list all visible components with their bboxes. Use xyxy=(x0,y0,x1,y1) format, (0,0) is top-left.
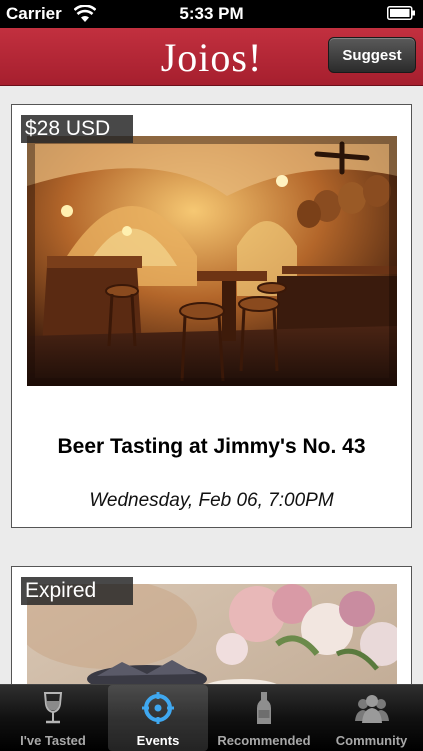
bottle-icon xyxy=(257,692,271,724)
tab-label: Recommended xyxy=(217,733,311,748)
tab-ive-tasted[interactable]: I've Tasted xyxy=(0,685,106,751)
event-card[interactable]: $28 USD Beer Tasting at Jimmy's No. 43 W… xyxy=(11,104,412,528)
people-icon xyxy=(354,695,389,723)
suggest-button[interactable]: Suggest xyxy=(328,37,416,73)
event-date: Wednesday, Feb 06, 7:00PM xyxy=(89,490,334,511)
tab-label: I've Tasted xyxy=(20,733,86,748)
tab-community[interactable]: Community xyxy=(320,685,423,751)
wine-glass-icon xyxy=(43,692,63,724)
status-bar: Carrier 5:33 PM xyxy=(0,0,423,28)
tab-label: Events xyxy=(136,733,180,748)
event-card[interactable]: Expired xyxy=(11,566,412,684)
crosshair-icon xyxy=(142,692,174,724)
event-title: Beer Tasting at Jimmy's No. 43 xyxy=(57,435,366,458)
tab-recommended[interactable]: Recommended xyxy=(210,685,318,751)
status-badge: Expired xyxy=(21,577,133,605)
nav-bar: Joios! Suggest xyxy=(0,28,423,86)
event-list[interactable]: $28 USD Beer Tasting at Jimmy's No. 43 W… xyxy=(0,86,423,684)
tab-label: Community xyxy=(335,733,408,748)
battery-icon xyxy=(387,6,415,20)
tab-events[interactable]: Events xyxy=(108,685,208,751)
price-badge: $28 USD xyxy=(21,115,133,143)
event-photo xyxy=(27,136,397,386)
clock: 5:33 PM xyxy=(179,4,244,23)
tab-bar: I've Tasted Events Recommended Community xyxy=(0,684,423,751)
